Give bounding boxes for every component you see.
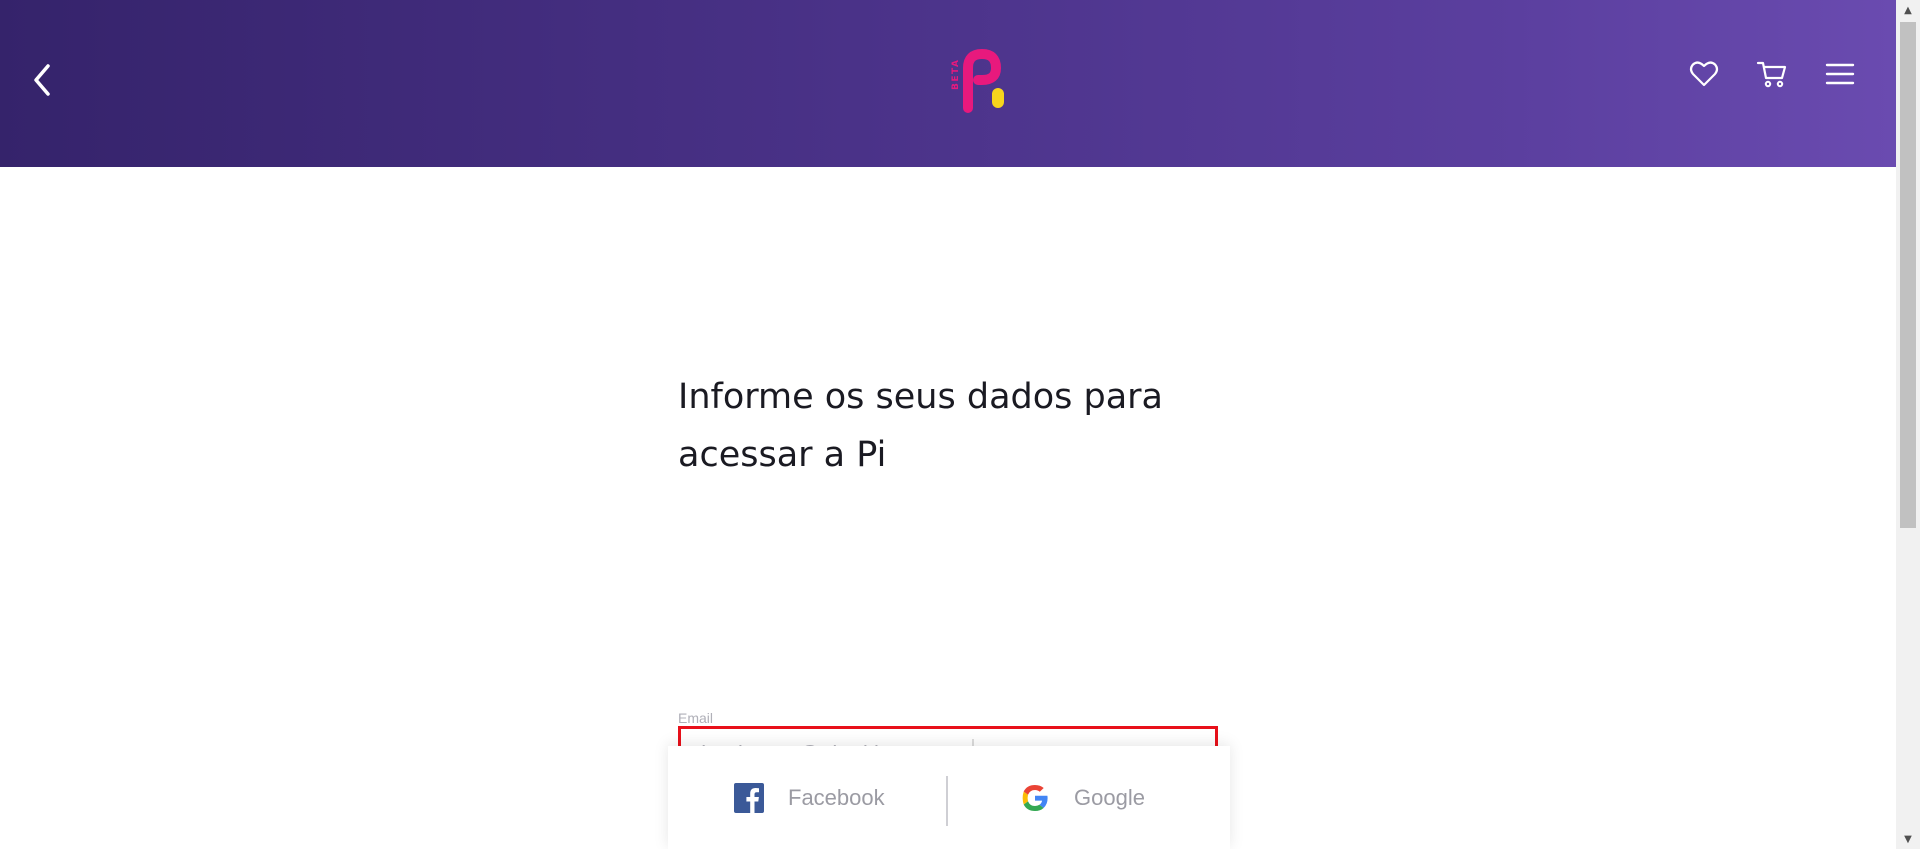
chevron-left-icon [34,64,50,96]
scrollbar-thumb[interactable] [1900,22,1916,528]
facebook-label: Facebook [788,784,885,810]
cart-button[interactable] [1756,58,1788,90]
back-button[interactable] [28,60,58,100]
vertical-scrollbar[interactable]: ▲ ▼ [1896,0,1920,849]
page-title-line-1: Informe os seus dados para [678,377,1164,417]
scroll-up-arrow-icon[interactable]: ▲ [1896,0,1920,20]
top-header: BETA [0,0,1896,167]
menu-button[interactable] [1824,58,1856,90]
favorites-button[interactable] [1688,58,1720,90]
cart-icon [1756,61,1787,88]
email-label: Email [678,710,714,726]
logo-beta-text: BETA [951,59,961,90]
pi-logo-icon: BETA [951,49,1004,113]
facebook-icon [734,782,764,813]
pi-logo[interactable]: BETA [948,48,1016,116]
facebook-login-button[interactable]: Facebook [734,746,885,849]
page-title-line-2: acessar a Pi [678,435,887,475]
menu-icon [1825,63,1855,85]
social-login-bar: Facebook Google [668,746,1230,849]
google-login-button[interactable]: Google [1020,746,1145,849]
social-divider [946,776,948,826]
heart-icon [1689,61,1719,87]
page-title: Informe os seus dados para acessar a Pi [678,368,1238,484]
google-icon [1022,784,1048,811]
google-label: Google [1074,784,1145,810]
scroll-down-arrow-icon[interactable]: ▼ [1896,829,1920,849]
